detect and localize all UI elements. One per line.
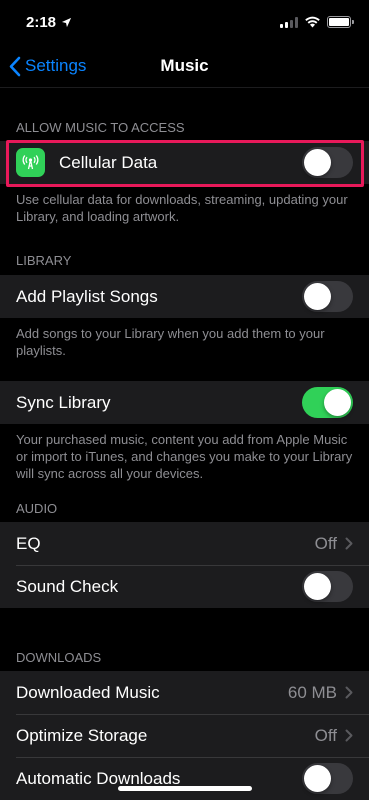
row-downloaded-music[interactable]: Downloaded Music 60 MB (0, 671, 369, 714)
clock: 2:18 (26, 13, 57, 31)
downloaded-music-label: Downloaded Music (16, 682, 160, 702)
cellular-data-footer: Use cellular data for downloads, streami… (16, 192, 348, 224)
add-playlist-songs-toggle[interactable] (302, 281, 353, 312)
row-automatic-downloads[interactable]: Automatic Downloads (0, 757, 369, 800)
chevron-left-icon (9, 56, 21, 76)
eq-label: EQ (16, 533, 41, 553)
downloaded-music-value-wrap: 60 MB (288, 683, 353, 703)
optimize-storage-value: Off (314, 725, 337, 745)
sound-check-toggle[interactable] (302, 571, 353, 602)
sync-library-footer: Your purchased music, content you add fr… (16, 432, 353, 481)
optimize-storage-value-wrap: Off (315, 726, 353, 746)
nav-divider (0, 87, 369, 88)
status-icons (280, 16, 354, 28)
eq-value: Off (314, 533, 337, 553)
back-button[interactable]: Settings (8, 44, 86, 88)
add-playlist-songs-footer: Add songs to your Library when you add t… (16, 326, 325, 358)
cellular-signal-icon (280, 16, 298, 28)
cellular-antenna-icon (16, 148, 45, 177)
section-header-downloads: DOWNLOADS (16, 650, 102, 665)
chevron-right-icon (345, 729, 353, 742)
wifi-icon (305, 16, 320, 28)
group-audio: EQ Off Sound Check (0, 522, 369, 608)
battery-icon (327, 16, 354, 28)
optimize-storage-label: Optimize Storage (16, 725, 148, 745)
home-indicator[interactable] (118, 786, 252, 791)
cellular-data-toggle[interactable] (302, 147, 353, 178)
row-eq[interactable]: EQ Off (0, 522, 369, 565)
status-time: 2:18 (26, 14, 72, 31)
automatic-downloads-toggle[interactable] (302, 763, 353, 794)
group-library-playlist: Add Playlist Songs (0, 275, 369, 318)
row-sync-library[interactable]: Sync Library (0, 381, 369, 424)
page-title: Music (160, 56, 209, 75)
section-header-audio: AUDIO (16, 501, 58, 516)
row-optimize-storage[interactable]: Optimize Storage Off (0, 714, 369, 757)
cellular-data-label: Cellular Data (59, 152, 158, 172)
group-library-sync: Sync Library (0, 381, 369, 424)
location-arrow-icon (61, 17, 72, 27)
chevron-right-icon (345, 537, 353, 550)
group-downloads: Downloaded Music 60 MB Optimize Storage … (0, 671, 369, 800)
nav-bar: Settings Music (0, 44, 369, 88)
status-bar: 2:18 (0, 0, 369, 44)
eq-value-wrap: Off (315, 534, 353, 554)
sync-library-label: Sync Library (16, 392, 111, 412)
downloaded-music-value: 60 MB (287, 682, 337, 702)
row-add-playlist-songs[interactable]: Add Playlist Songs (0, 275, 369, 318)
add-playlist-songs-label: Add Playlist Songs (16, 286, 158, 306)
section-header-allow-access: ALLOW MUSIC TO ACCESS (16, 120, 185, 135)
section-header-library: LIBRARY (16, 253, 72, 268)
sound-check-label: Sound Check (16, 576, 119, 596)
sync-library-toggle[interactable] (302, 387, 353, 418)
row-sound-check[interactable]: Sound Check (0, 565, 369, 608)
chevron-right-icon (345, 686, 353, 699)
back-label: Settings (25, 56, 87, 75)
group-allow-access: Cellular Data (0, 141, 369, 184)
row-cellular-data[interactable]: Cellular Data (0, 141, 369, 184)
